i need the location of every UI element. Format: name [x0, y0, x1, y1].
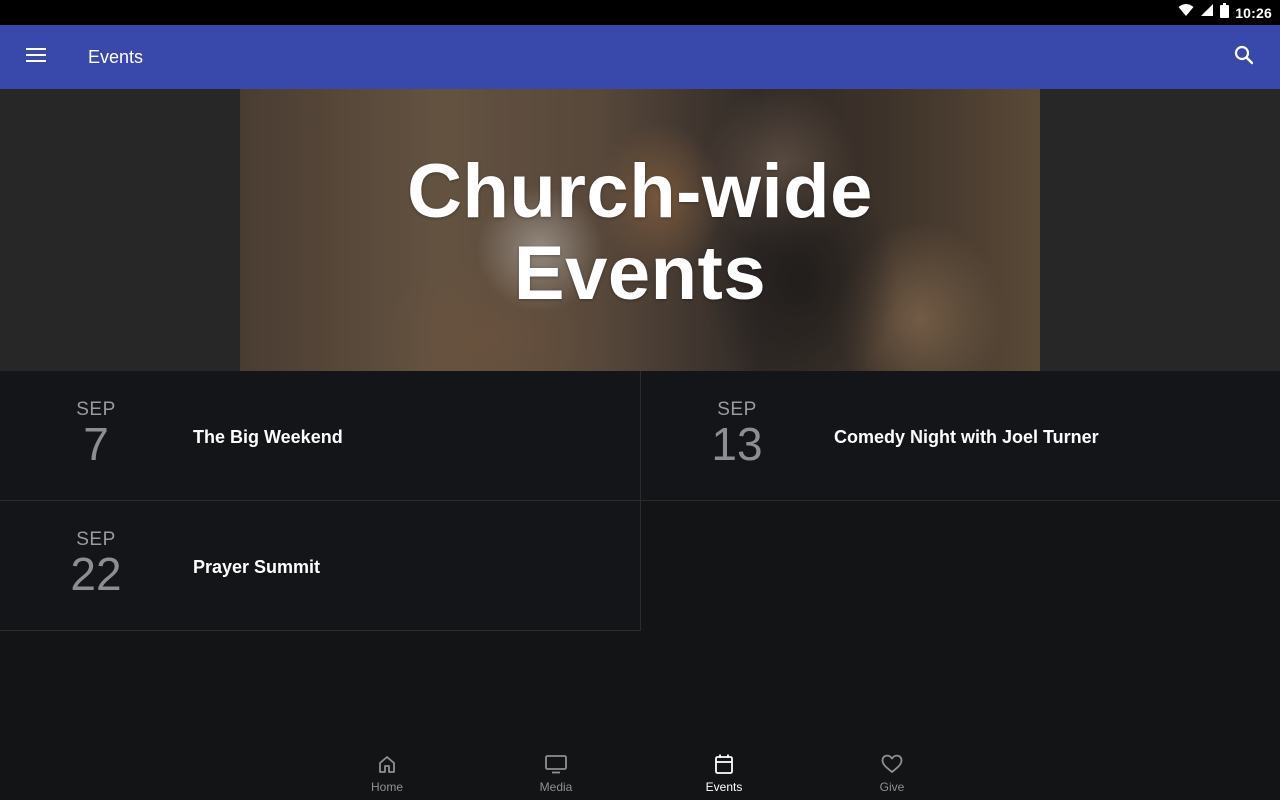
status-bar: 10:26 [0, 0, 1280, 25]
hamburger-menu-icon [26, 47, 46, 67]
event-card-prayer-summit[interactable]: SEP 22 Prayer Summit [0, 501, 641, 631]
nav-label: Home [370, 780, 403, 794]
home-icon [375, 752, 399, 776]
event-day: 22 [70, 548, 122, 600]
nav-item-events[interactable]: Events [669, 740, 779, 800]
heart-icon [880, 752, 904, 776]
tv-icon [544, 752, 568, 776]
event-date: SEP 22 [56, 529, 136, 597]
nav-label: Give [879, 780, 905, 794]
nav-item-media[interactable]: Media [501, 740, 611, 800]
nav-item-give[interactable]: Give [837, 740, 947, 800]
event-date: SEP 7 [56, 399, 136, 467]
hero-title-line1: Church-wide [407, 149, 873, 234]
nav-label: Events [705, 780, 743, 794]
menu-button[interactable] [16, 37, 56, 77]
search-icon [1234, 45, 1254, 70]
battery-icon [1220, 2, 1230, 23]
event-date: SEP 13 [697, 399, 777, 467]
event-day: 7 [83, 418, 109, 470]
event-title: Comedy Night with Joel Turner [834, 427, 1099, 447]
event-day: 13 [711, 418, 763, 470]
calendar-icon [712, 752, 736, 776]
hero-title-line2: Events [513, 231, 767, 316]
nav-label: Media [539, 780, 573, 794]
event-card-comedy-night[interactable]: SEP 13 Comedy Night with Joel Turner [640, 371, 1280, 501]
app-bar: Events [0, 25, 1280, 89]
bottom-navigation: Home Media Events Give [0, 740, 1280, 800]
search-button[interactable] [1224, 37, 1264, 77]
hero-banner[interactable]: Church-wide Events [240, 89, 1040, 371]
wifi-icon [1178, 3, 1194, 22]
signal-icon [1200, 3, 1214, 22]
event-card-big-weekend[interactable]: SEP 7 The Big Weekend [0, 371, 641, 501]
nav-item-home[interactable]: Home [332, 740, 442, 800]
event-title: The Big Weekend [193, 427, 343, 447]
status-time: 10:26 [1235, 4, 1272, 21]
page-title: Events [88, 47, 144, 67]
event-title: Prayer Summit [193, 557, 321, 577]
hero-title: Church-wide Events [240, 151, 1040, 315]
status-icons: 10:26 [1178, 0, 1272, 25]
